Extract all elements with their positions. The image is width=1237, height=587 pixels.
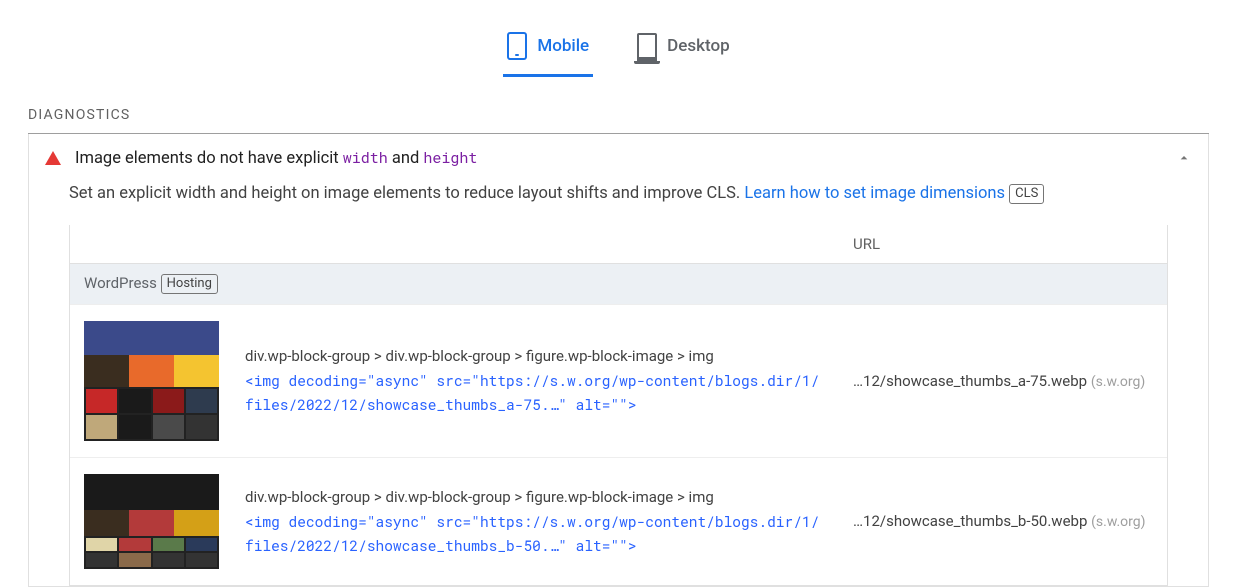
css-selector: div.wp-block-group > div.wp-block-group …	[245, 344, 827, 369]
tab-mobile-label: Mobile	[537, 36, 589, 56]
html-snippet: <img decoding="async" src="https://s.w.o…	[245, 510, 827, 558]
table-row: div.wp-block-group > div.wp-block-group …	[70, 304, 1167, 457]
chevron-up-icon	[1176, 150, 1192, 166]
audit-item: Image elements do not have explicit widt…	[28, 134, 1209, 587]
category-row: WordPress Hosting	[70, 263, 1167, 304]
mobile-icon	[507, 32, 527, 60]
thumbnail	[84, 474, 219, 569]
url-cell: …12/showcase_thumbs_a-75.webp (s.w.org)	[853, 369, 1153, 393]
audit-title-mid: and	[388, 149, 424, 168]
element-details: div.wp-block-group > div.wp-block-group …	[245, 344, 827, 417]
hosting-badge: Hosting	[161, 274, 218, 294]
table-row: div.wp-block-group > div.wp-block-group …	[70, 457, 1167, 585]
code-width: width	[343, 148, 388, 168]
url-path: …12/showcase_thumbs_b-50.webp	[853, 512, 1087, 530]
warning-icon	[45, 151, 61, 165]
cls-badge: CLS	[1009, 184, 1044, 204]
tab-desktop-label: Desktop	[667, 36, 729, 56]
audit-desc-text: Set an explicit width and height on imag…	[69, 184, 744, 203]
desktop-icon	[637, 33, 657, 61]
audit-title: Image elements do not have explicit widt…	[75, 148, 1162, 168]
tab-mobile[interactable]: Mobile	[503, 22, 593, 77]
html-snippet: <img decoding="async" src="https://s.w.o…	[245, 369, 827, 417]
learn-more-link[interactable]: Learn how to set image dimensions	[744, 184, 1005, 203]
url-domain: (s.w.org)	[1091, 374, 1145, 390]
audit-description: Set an explicit width and height on imag…	[29, 182, 1208, 225]
code-height: height	[423, 148, 477, 168]
css-selector: div.wp-block-group > div.wp-block-group …	[245, 485, 827, 510]
table-header: URL	[70, 225, 1167, 263]
url-path: …12/showcase_thumbs_a-75.webp	[853, 372, 1087, 390]
category-label: WordPress	[84, 274, 157, 292]
url-column-header: URL	[853, 235, 1153, 253]
thumbnail	[84, 321, 219, 441]
audit-toggle[interactable]: Image elements do not have explicit widt…	[29, 134, 1208, 182]
details-table: URL WordPress Hosting div.wp-block-group…	[69, 225, 1168, 586]
audit-title-text: Image elements do not have explicit	[75, 149, 343, 168]
tab-desktop[interactable]: Desktop	[633, 20, 733, 78]
url-domain: (s.w.org)	[1091, 514, 1145, 530]
url-cell: …12/showcase_thumbs_b-50.webp (s.w.org)	[853, 509, 1153, 533]
element-details: div.wp-block-group > div.wp-block-group …	[245, 485, 827, 558]
device-tabs: Mobile Desktop	[0, 0, 1237, 79]
section-heading: DIAGNOSTICS	[28, 79, 1209, 134]
